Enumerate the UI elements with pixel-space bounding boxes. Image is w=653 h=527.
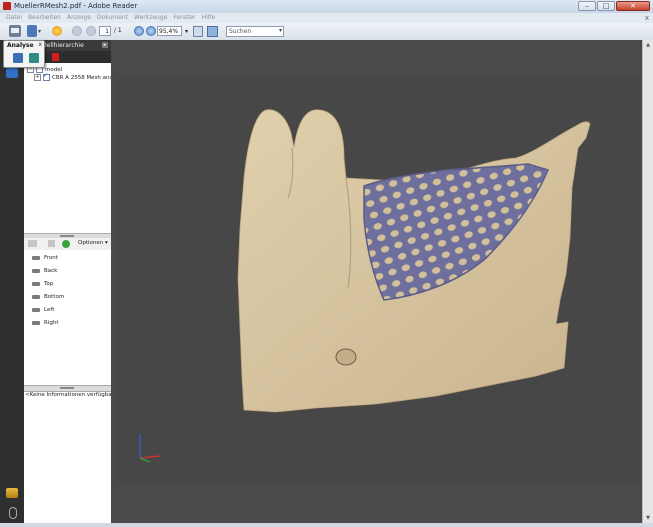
window-title: MuellerRMesh2.pdf - Adobe Reader [14, 2, 138, 10]
view-label: Back [44, 268, 58, 274]
fit-width-icon[interactable] [207, 26, 218, 37]
paperclip-icon[interactable] [9, 507, 17, 519]
tree-node-label: CBR A 2558 Mesh anc [52, 74, 113, 81]
view-item[interactable]: Back [32, 268, 57, 274]
view-label: Left [44, 307, 55, 313]
panel-splitter[interactable] [24, 385, 111, 392]
navigation-strip [0, 40, 25, 527]
menu-hilfe[interactable]: Hilfe [202, 13, 216, 23]
previous-page-button[interactable] [72, 26, 82, 36]
zoom-out-button[interactable] [134, 26, 144, 36]
menu-anzeige[interactable]: Anzeige [67, 13, 91, 23]
menu-werkzeuge[interactable]: Werkzeuge [134, 13, 167, 23]
view-item[interactable]: Left [32, 307, 54, 313]
tree-node-mesh[interactable]: + CBR A 2558 Mesh anc [34, 72, 113, 81]
status-bar [0, 523, 653, 527]
search-input[interactable]: Suchen [226, 26, 284, 37]
expand-icon[interactable]: + [34, 74, 41, 81]
object-info: <Keine Informationen verfügbar> [25, 392, 119, 398]
camera-icon [32, 308, 40, 312]
share-icon[interactable] [52, 26, 62, 36]
view-item[interactable]: Bottom [32, 294, 64, 300]
views-list: Front Back Top Bottom Left Right [24, 250, 111, 380]
options-dropdown[interactable]: Optionen ▾ [78, 240, 108, 246]
adobe-reader-icon [3, 2, 11, 10]
toolbar: ▾ 1 / 1 95,4% ▾ Suchen ▾ [0, 23, 653, 41]
view-label: Top [44, 281, 54, 287]
menu-close-icon[interactable]: x [645, 13, 649, 23]
model-tree-panel: Modellhierarchie ▸ − model + CBR A 2558 … [24, 40, 118, 523]
print-icon[interactable] [9, 25, 21, 37]
3d-viewport[interactable] [116, 78, 639, 484]
add-view-icon[interactable] [62, 240, 70, 248]
panel-menu-icon[interactable]: ▸ [102, 42, 108, 48]
menu-items: Datei Bearbeiten Anzeige Dokument Werkzeuge F… [0, 13, 215, 23]
visibility-checkbox[interactable] [43, 72, 50, 81]
zoom-level-input[interactable]: 95,4% [157, 26, 182, 36]
zoom-dropdown-icon[interactable]: ▾ [185, 28, 188, 35]
analyse-close-icon[interactable]: x [38, 41, 42, 48]
axis-triad [139, 434, 161, 463]
page-number-input[interactable]: 1 [99, 26, 111, 36]
view-label: Front [44, 255, 58, 261]
analyse-flyout: Analyse x [3, 40, 45, 68]
model-tree-icon[interactable] [6, 68, 18, 78]
camera-icon [32, 321, 40, 325]
minimize-button[interactable]: – [578, 1, 596, 11]
view-label: Right [44, 320, 59, 326]
next-page-button[interactable] [86, 26, 96, 36]
camera-icon [32, 295, 40, 299]
analyse-tool-icon[interactable] [13, 53, 23, 63]
attach-icon[interactable] [27, 25, 37, 37]
camera-icon [32, 256, 40, 260]
camera-icon [32, 282, 40, 286]
3d-model-render [139, 109, 591, 463]
vertical-scrollbar[interactable]: ▲ ▼ [642, 40, 653, 523]
zoom-in-button[interactable] [146, 26, 156, 36]
maximize-button[interactable]: □ [597, 1, 615, 11]
attachments-icon[interactable] [6, 488, 18, 498]
view-label: Bottom [44, 294, 65, 300]
analyse-label: Analyse [7, 42, 34, 49]
foramen-hole [335, 348, 357, 366]
view-item[interactable]: Front [32, 255, 58, 261]
menu-bearbeiten[interactable]: Bearbeiten [28, 13, 61, 23]
scroll-up-icon[interactable]: ▲ [644, 41, 652, 49]
attach-dropdown-icon[interactable]: ▾ [38, 28, 41, 35]
analyse-measure-icon[interactable] [29, 53, 39, 63]
view-item[interactable]: Top [32, 281, 53, 287]
view-delete-icon[interactable] [48, 240, 55, 247]
menu-datei[interactable]: Datei [6, 13, 22, 23]
menu-dokument[interactable]: Dokument [97, 13, 128, 23]
view-item[interactable]: Right [32, 320, 58, 326]
camera-icon [32, 269, 40, 273]
menu-fenster[interactable]: Fenster [173, 13, 195, 23]
page-total: / 1 [114, 27, 122, 34]
delete-icon[interactable] [52, 53, 59, 61]
search-dropdown-icon[interactable]: ▾ [279, 27, 282, 34]
scroll-down-icon[interactable]: ▼ [644, 514, 652, 522]
fit-page-icon[interactable] [193, 26, 203, 37]
view-tool-icon[interactable] [28, 240, 37, 247]
model-tree: − model + CBR A 2558 Mesh anc [24, 63, 113, 238]
close-button[interactable]: ✕ [616, 1, 650, 11]
title-bar: MuellerRMesh2.pdf - Adobe Reader – □ ✕ [0, 0, 653, 14]
